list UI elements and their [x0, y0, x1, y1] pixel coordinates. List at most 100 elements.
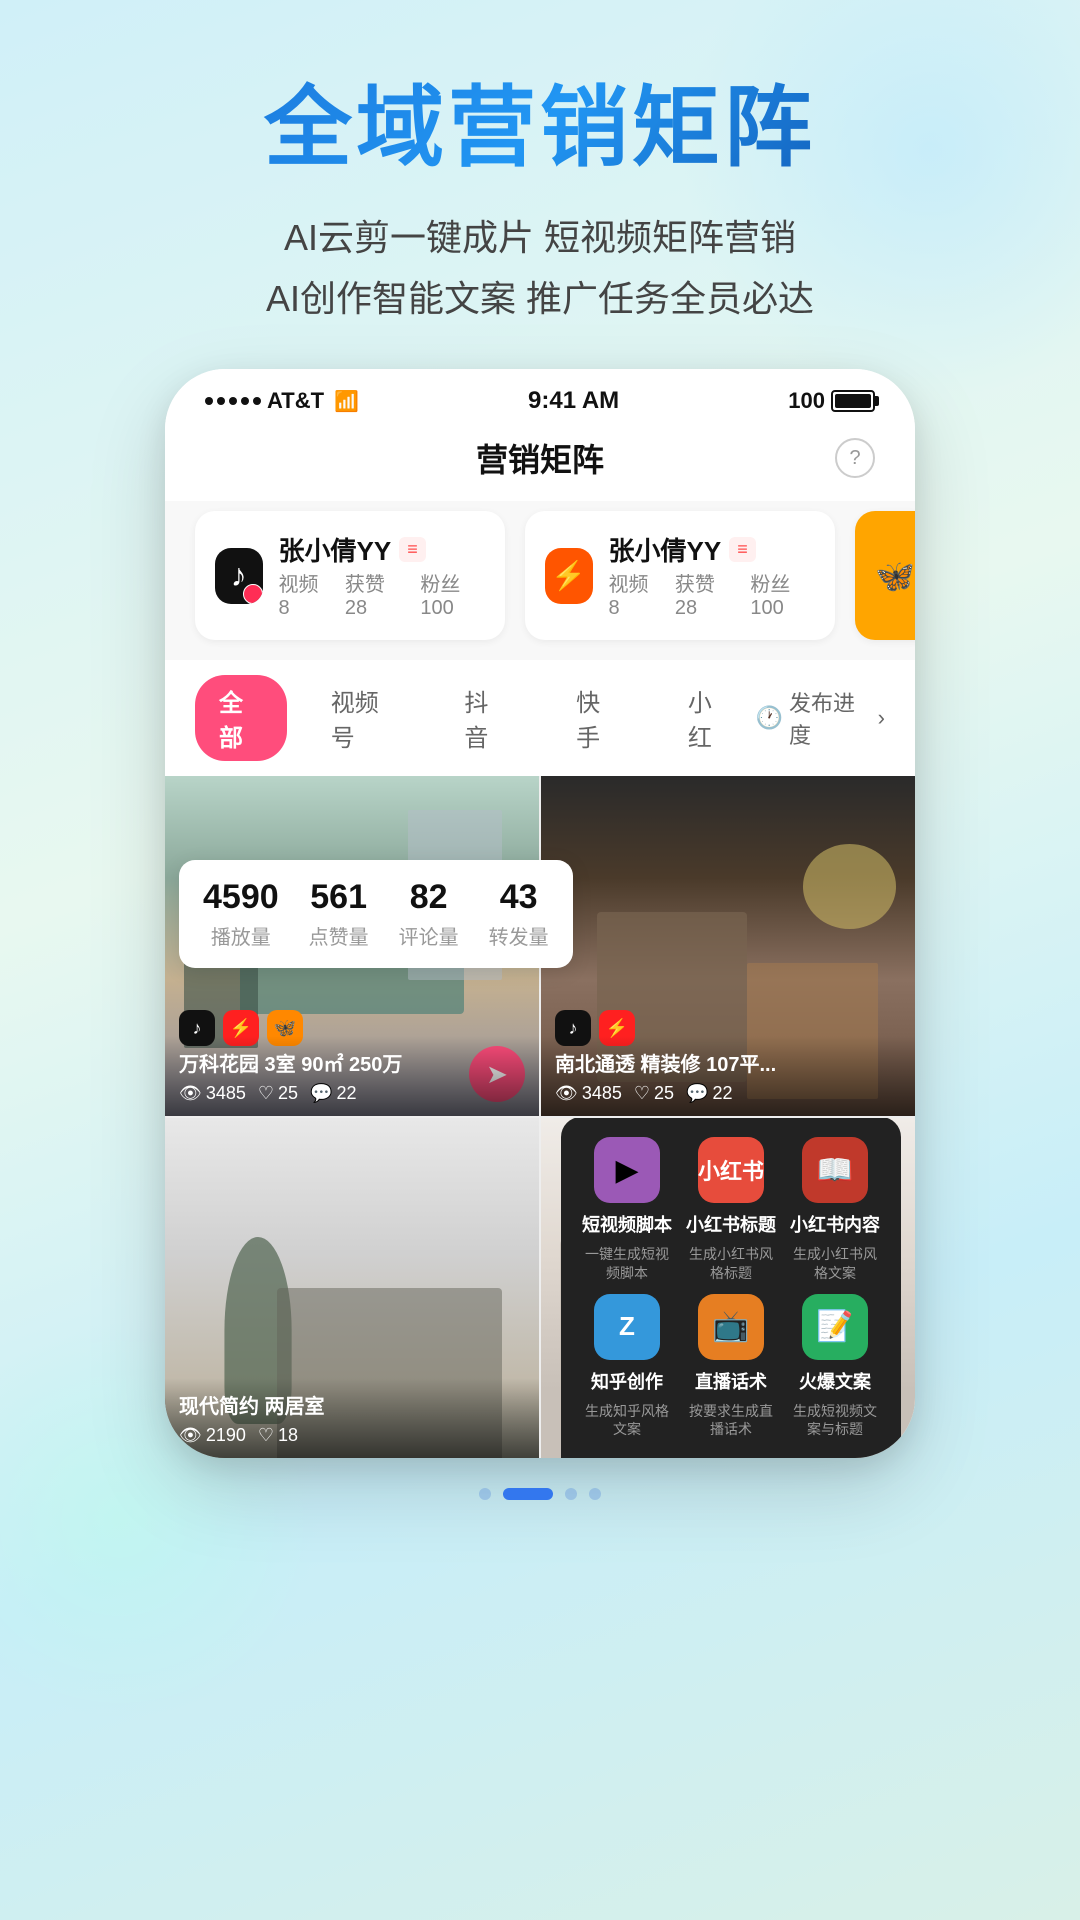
- stat-likes-2: 获赞 28: [675, 568, 731, 620]
- likes-num-3: 18: [278, 1425, 298, 1446]
- filter-section: 全部 视频号 抖音 快手 小红 🕐 发布进度 ›: [165, 660, 915, 776]
- heart-icon-2: ♡: [634, 1083, 650, 1104]
- eye-icon-1: 👁: [179, 1083, 202, 1104]
- account-top-2: ⚡ 张小倩YY ≡ 视频 8 获赞 28 粉丝 100: [545, 531, 815, 620]
- phone-mockup: AT&T 📶 9:41 AM 100 营销矩阵 ? ♪: [165, 369, 915, 1458]
- ai-tool-desc-4: 生成知乎风格文案: [581, 1402, 673, 1438]
- ai-tool-desc-5: 按要求生成直播话术: [685, 1402, 777, 1438]
- ai-tool-viral-copy[interactable]: 📝 火爆文案 生成短视频文案与标题: [789, 1294, 881, 1438]
- stat-likes-num: 561: [309, 878, 369, 917]
- main-title: 全域营销矩阵: [60, 80, 1020, 177]
- ai-tools-popup: ▶ 短视频脚本 一键生成短视频脚本 小红书 小红书标题 生成小红书风格标题 📖 …: [561, 1118, 901, 1458]
- views-num-2: 3485: [582, 1083, 622, 1104]
- filter-tabs: 全部 视频号 抖音 快手 小红: [195, 675, 756, 761]
- account-name-2: 张小倩YY: [609, 531, 722, 568]
- dot-2-active[interactable]: [503, 1488, 553, 1500]
- ai-tool-zhihu[interactable]: Z 知乎创作 生成知乎风格文案: [581, 1294, 673, 1438]
- account-stats-1: 视频 8 获赞 28 粉丝 100: [279, 568, 486, 620]
- comment-icon-2: 💬: [686, 1083, 708, 1104]
- tab-xiaohongshu[interactable]: 小红: [664, 675, 756, 761]
- video-title-3: 现代简约 两居室: [179, 1390, 525, 1419]
- heart-icon-1: ♡: [258, 1083, 274, 1104]
- battery-fill: [835, 394, 871, 408]
- signal-dot-1: [205, 397, 213, 405]
- ai-icon-video-script: ▶: [594, 1137, 660, 1203]
- video-card-3[interactable]: 现代简约 两居室 👁 2190 ♡ 18: [165, 1118, 539, 1458]
- video-comments-2: 💬 22: [686, 1083, 732, 1104]
- stat-plays-num: 4590: [203, 878, 279, 917]
- ai-tool-live-script[interactable]: 📺 直播话术 按要求生成直播话术: [685, 1294, 777, 1438]
- video-views-2: 👁 3485: [555, 1083, 622, 1104]
- wifi-icon: 📶: [334, 389, 359, 414]
- ai-tool-desc-2: 生成小红书风格标题: [685, 1245, 777, 1281]
- header-section: 全域营销矩阵 AI云剪一键成片 短视频矩阵营销 AI创作智能文案 推广任务全员必…: [0, 0, 1080, 369]
- account-top-1: ♪ 张小倩YY ≡ 视频 8 获赞 28 粉丝 100: [215, 531, 485, 620]
- video-card-4[interactable]: ▶ 短视频脚本 一键生成短视频脚本 小红书 小红书标题 生成小红书风格标题 📖 …: [541, 1118, 915, 1458]
- stat-shares: 43 转发量: [489, 878, 549, 950]
- tab-all[interactable]: 全部: [195, 675, 287, 761]
- stat-shares-label: 转发量: [489, 921, 549, 950]
- account-card-1[interactable]: ♪ 张小倩YY ≡ 视频 8 获赞 28 粉丝 100: [195, 511, 505, 640]
- dot-4[interactable]: [589, 1488, 601, 1500]
- tab-kuaishou[interactable]: 快手: [552, 675, 644, 761]
- video-card-2[interactable]: ♪ ⚡ 南北通透 精装修 107平... 👁 3485 ♡: [541, 776, 915, 1116]
- likes-num-2: 25: [654, 1083, 674, 1104]
- video-stats-2: 👁 3485 ♡ 25 💬 22: [555, 1083, 901, 1104]
- views-num-1: 3485: [206, 1083, 246, 1104]
- status-right: 100: [788, 388, 875, 414]
- account-card-2[interactable]: ⚡ 张小倩YY ≡ 视频 8 获赞 28 粉丝 100: [525, 511, 835, 640]
- publish-progress-label: 发布进度: [789, 686, 872, 750]
- stat-shares-num: 43: [489, 878, 549, 917]
- account-card-3[interactable]: 🦋: [855, 511, 915, 640]
- heart-icon-3: ♡: [258, 1425, 274, 1446]
- accounts-scroll[interactable]: ♪ 张小倩YY ≡ 视频 8 获赞 28 粉丝 100: [165, 501, 915, 660]
- video-views-3: 👁 2190: [179, 1425, 246, 1446]
- signal-dot-3: [229, 397, 237, 405]
- eye-icon-2: 👁: [555, 1083, 578, 1104]
- stat-videos-1: 视频 8: [279, 568, 325, 620]
- comments-num-2: 22: [713, 1083, 733, 1104]
- page-title: 营销矩阵: [476, 435, 604, 481]
- video-title-1: 万科花园 3室 90㎡ 250万: [179, 1048, 525, 1077]
- carrier-label: AT&T: [267, 388, 324, 414]
- dot-1[interactable]: [479, 1488, 491, 1500]
- ai-tool-xiaohongshu-content[interactable]: 📖 小红书内容 生成小红书风格文案: [789, 1137, 881, 1281]
- video-stats-3: 👁 2190 ♡ 18: [179, 1425, 525, 1446]
- ai-tool-video-script[interactable]: ▶ 短视频脚本 一键生成短视频脚本: [581, 1137, 673, 1281]
- ai-tool-xiaohongshu-title[interactable]: 小红书 小红书标题 生成小红书风格标题: [685, 1137, 777, 1281]
- ai-tool-name-5: 直播话术: [695, 1368, 767, 1394]
- dot-3[interactable]: [565, 1488, 577, 1500]
- stat-fans-2: 粉丝 100: [750, 568, 815, 620]
- help-icon[interactable]: ?: [835, 438, 875, 478]
- ai-icon-xiaohongshu-title: 小红书: [698, 1137, 764, 1203]
- floating-stats-card: 4590 播放量 561 点赞量 82 评论量 43 转发量: [179, 860, 573, 968]
- battery-icon: [831, 390, 875, 412]
- video-likes-1: ♡ 25: [258, 1083, 298, 1104]
- video-views-1: 👁 3485: [179, 1083, 246, 1104]
- stat-plays: 4590 播放量: [203, 878, 279, 950]
- ai-tool-desc-1: 一键生成短视频脚本: [581, 1245, 673, 1281]
- account-name-1: 张小倩YY: [279, 531, 392, 568]
- video-stats-1: 👁 3485 ♡ 25 💬 22: [179, 1083, 525, 1104]
- platform-tag-1: ≡: [399, 537, 426, 562]
- ai-tool-name-3: 小红书内容: [790, 1211, 880, 1237]
- tab-shipinhao[interactable]: 视频号: [307, 675, 421, 761]
- ai-tool-name-1: 短视频脚本: [582, 1211, 672, 1237]
- eye-icon-3: 👁: [179, 1425, 202, 1446]
- content-section: 全部 视频号 抖音 快手 小红 🕐 发布进度 › 4590 播放量: [165, 660, 915, 1458]
- stat-likes: 561 点赞量: [309, 878, 369, 950]
- moon-shape: [803, 844, 897, 929]
- status-left: AT&T 📶: [205, 388, 359, 414]
- signal-dots: [205, 397, 261, 405]
- status-bar: AT&T 📶 9:41 AM 100: [165, 369, 915, 425]
- stat-comments-label: 评论量: [399, 921, 459, 950]
- phone-wrapper: AT&T 📶 9:41 AM 100 营销矩阵 ? ♪: [0, 369, 1080, 1458]
- video-likes-2: ♡ 25: [634, 1083, 674, 1104]
- tab-douyin[interactable]: 抖音: [440, 675, 532, 761]
- publish-progress[interactable]: 🕐 发布进度 ›: [756, 686, 885, 750]
- stat-fans-1: 粉丝 100: [420, 568, 485, 620]
- video-likes-3: ♡ 18: [258, 1425, 298, 1446]
- ai-tool-desc-6: 生成短视频文案与标题: [789, 1402, 881, 1438]
- ai-tool-name-2: 小红书标题: [686, 1211, 776, 1237]
- ai-tool-name-4: 知乎创作: [591, 1368, 663, 1394]
